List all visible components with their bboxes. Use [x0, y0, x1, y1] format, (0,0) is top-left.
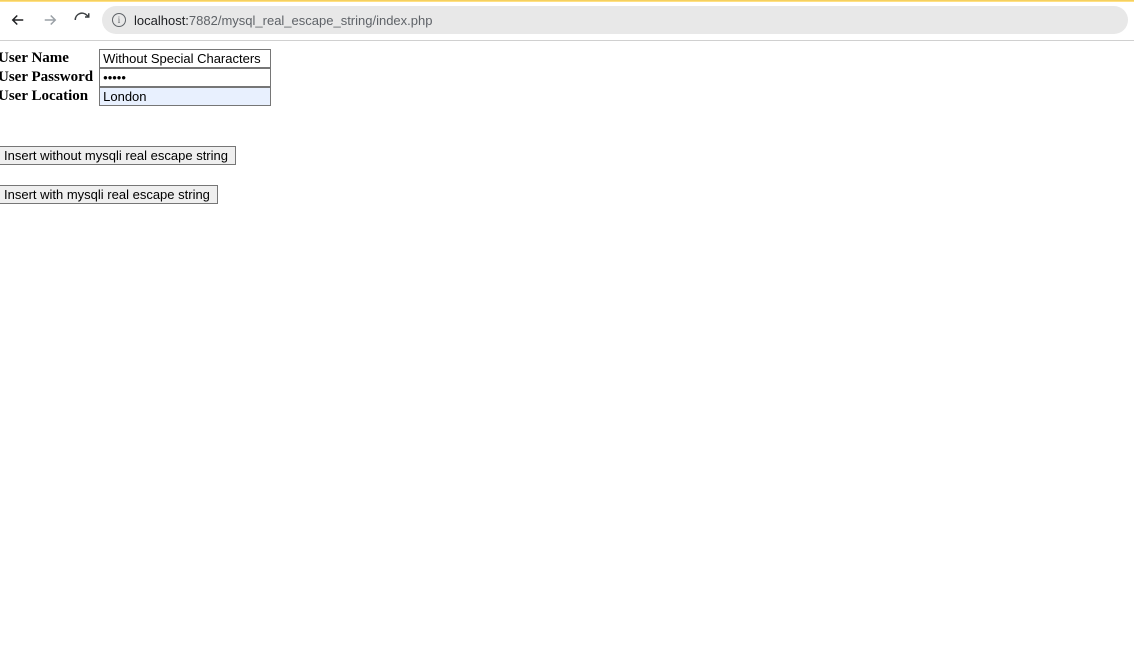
- url-text: localhost:7882/mysql_real_escape_string/…: [134, 13, 432, 28]
- password-input[interactable]: [99, 68, 271, 87]
- row-username: User Name: [0, 49, 273, 68]
- forward-button[interactable]: [38, 8, 62, 32]
- user-form: User Name User Password User Location: [0, 49, 273, 106]
- row-password: User Password: [0, 68, 273, 87]
- site-info-icon[interactable]: i: [112, 13, 126, 27]
- password-label: User Password: [0, 68, 97, 87]
- reload-button[interactable]: [70, 8, 94, 32]
- url-host: localhost:: [134, 13, 189, 28]
- username-input[interactable]: [99, 49, 271, 68]
- url-path: 7882/mysql_real_escape_string/index.php: [189, 13, 433, 28]
- username-label: User Name: [0, 49, 97, 68]
- button-row-1: Insert without mysqli real escape string: [0, 146, 1134, 165]
- button-row-2: Insert with mysqli real escape string: [0, 185, 1134, 204]
- back-button[interactable]: [6, 8, 30, 32]
- location-input[interactable]: [99, 87, 271, 106]
- page-content: User Name User Password User Location In…: [0, 41, 1134, 204]
- browser-toolbar: i localhost:7882/mysql_real_escape_strin…: [0, 2, 1134, 38]
- insert-with-escape-button[interactable]: Insert with mysqli real escape string: [0, 185, 218, 204]
- location-label: User Location: [0, 87, 97, 106]
- insert-without-escape-button[interactable]: Insert without mysqli real escape string: [0, 146, 236, 165]
- address-bar[interactable]: i localhost:7882/mysql_real_escape_strin…: [102, 6, 1128, 34]
- row-location: User Location: [0, 87, 273, 106]
